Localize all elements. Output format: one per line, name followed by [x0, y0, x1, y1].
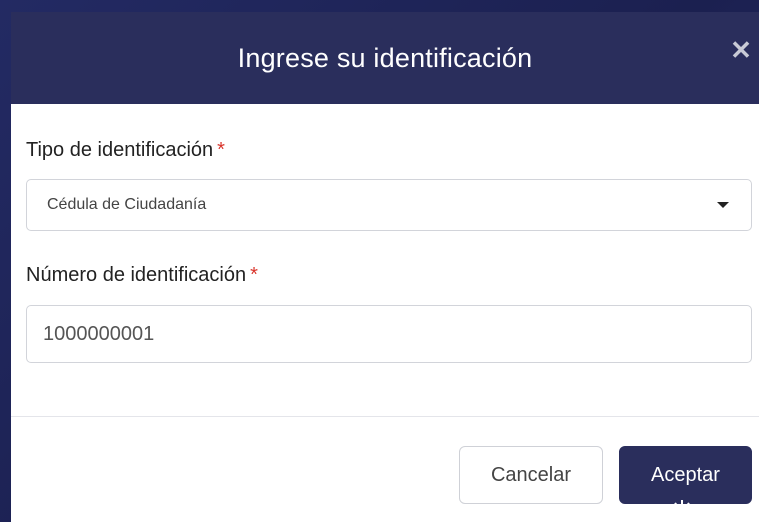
modal-header: Ingrese su identificación ✕ [11, 12, 759, 104]
accept-button[interactable]: Aceptar [619, 446, 752, 504]
close-icon[interactable]: ✕ [727, 36, 755, 64]
required-mark: * [250, 264, 258, 286]
modal-title: Ingrese su identificación [237, 42, 533, 73]
id-number-input[interactable] [26, 305, 752, 363]
id-type-select[interactable]: Cédula de Ciudadanía [26, 179, 752, 231]
id-type-label-text: Tipo de identificación [26, 139, 214, 161]
identification-modal: Ingrese su identificación ✕ Tipo de iden… [11, 12, 759, 522]
footer-divider [11, 416, 759, 417]
pointer-cursor-icon [669, 500, 695, 522]
id-type-selected-value: Cédula de Ciudadanía [47, 196, 207, 213]
cancel-button[interactable]: Cancelar [459, 446, 603, 504]
chevron-down-icon [717, 202, 729, 208]
id-number-label-text: Número de identificación [26, 264, 247, 286]
id-number-label: Número de identificación * [26, 264, 258, 287]
required-mark: * [217, 139, 225, 161]
id-type-label: Tipo de identificación * [26, 139, 225, 162]
